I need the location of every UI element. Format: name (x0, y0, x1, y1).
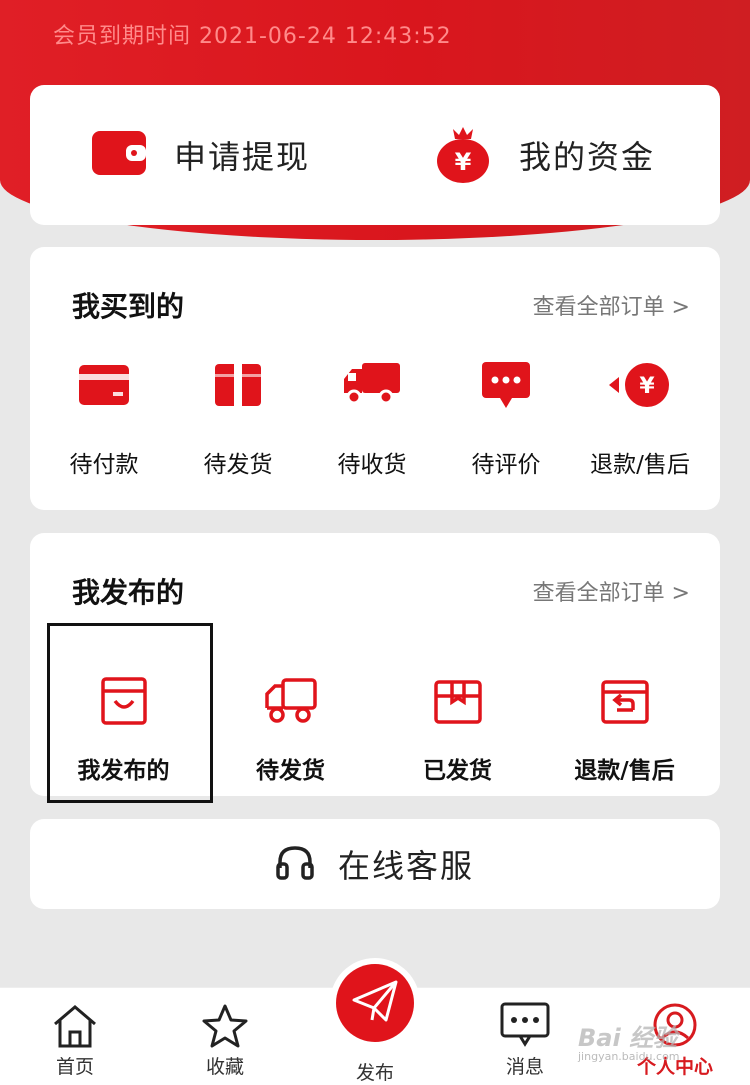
refund-icon: ¥ (609, 355, 671, 415)
bought-item-label: 退款/售后 (590, 452, 690, 478)
watermark-sub: jingyan.baidu.com (578, 1050, 680, 1063)
shop-bag-icon (100, 673, 147, 729)
chat-icon (482, 355, 530, 415)
published-view-all-link[interactable]: 查看全部订单 > (533, 575, 690, 607)
tab-messages[interactable]: 消息 (470, 988, 580, 1085)
svg-text:¥: ¥ (455, 148, 472, 176)
online-service-button[interactable]: 在线客服 (30, 819, 720, 909)
withdraw-button[interactable]: 申请提现 (92, 85, 310, 225)
package-icon (433, 673, 482, 729)
published-section-title: 我发布的 (72, 576, 185, 609)
bought-section-title: 我买到的 (72, 290, 185, 323)
bought-orders-card: 我买到的 查看全部订单 > 待付款 待发货 待收货 待评价 ¥ 退款/售后 (30, 247, 720, 510)
bought-item-label: 待收货 (337, 452, 407, 478)
published-item-label: 已发货 (423, 758, 492, 784)
my-funds-button[interactable]: ¥ 我的资金 (435, 85, 655, 225)
withdraw-label: 申请提现 (174, 138, 311, 176)
watermark: Bai 经验 (578, 1024, 678, 1052)
published-item-label: 退款/售后 (574, 758, 675, 784)
message-icon (500, 988, 550, 1052)
bought-view-all-link[interactable]: 查看全部订单 > (533, 289, 690, 321)
wallet-icon (92, 131, 146, 179)
truck-outline-icon (264, 673, 317, 729)
publish-circle (336, 964, 414, 1042)
bought-pending-payment[interactable]: 待付款 (37, 355, 171, 479)
paper-plane-icon (352, 980, 398, 1026)
published-refund-aftersale[interactable]: 退款/售后 (541, 673, 708, 785)
online-service-label: 在线客服 (337, 847, 474, 885)
card-icon (79, 355, 129, 415)
tab-favorites-label: 收藏 (205, 1056, 244, 1078)
bought-refund-aftersale[interactable]: ¥ 退款/售后 (573, 355, 707, 479)
return-icon (600, 673, 649, 729)
star-icon (202, 988, 248, 1052)
bought-pending-shipment[interactable]: 待发货 (171, 355, 305, 479)
money-bag-icon: ¥ (435, 123, 491, 187)
bought-item-label: 待发货 (203, 452, 273, 478)
published-shipped[interactable]: 已发货 (374, 673, 541, 785)
membership-expiry-text: 会员到期时间 2021-06-24 12:43:52 (53, 24, 452, 49)
tab-publish-label: 发布 (355, 1062, 394, 1084)
gift-box-icon (215, 355, 261, 415)
truck-icon (344, 355, 400, 415)
tab-favorites[interactable]: 收藏 (170, 988, 280, 1085)
wallet-card: 申请提现 ¥ 我的资金 (30, 85, 720, 225)
bought-pending-review[interactable]: 待评价 (439, 355, 573, 479)
publish-button[interactable] (330, 958, 420, 1048)
bought-item-label: 待付款 (69, 452, 139, 478)
bought-pending-receipt[interactable]: 待收货 (305, 355, 439, 479)
home-icon (52, 988, 98, 1052)
published-item-label: 待发货 (256, 758, 325, 784)
my-funds-label: 我的资金 (519, 138, 656, 176)
published-orders-card: 我发布的 查看全部订单 > 我发布的 待发货 已发货 退款/售后 (30, 533, 720, 796)
tab-home-label: 首页 (55, 1056, 94, 1078)
bought-item-label: 待评价 (471, 452, 541, 478)
headset-icon (276, 844, 314, 884)
svg-text:¥: ¥ (639, 374, 655, 399)
published-my-listings[interactable]: 我发布的 (40, 673, 207, 785)
published-pending-shipment[interactable]: 待发货 (207, 673, 374, 785)
published-item-label: 我发布的 (77, 758, 170, 784)
tab-home[interactable]: 首页 (20, 988, 130, 1085)
tab-messages-label: 消息 (505, 1056, 544, 1078)
